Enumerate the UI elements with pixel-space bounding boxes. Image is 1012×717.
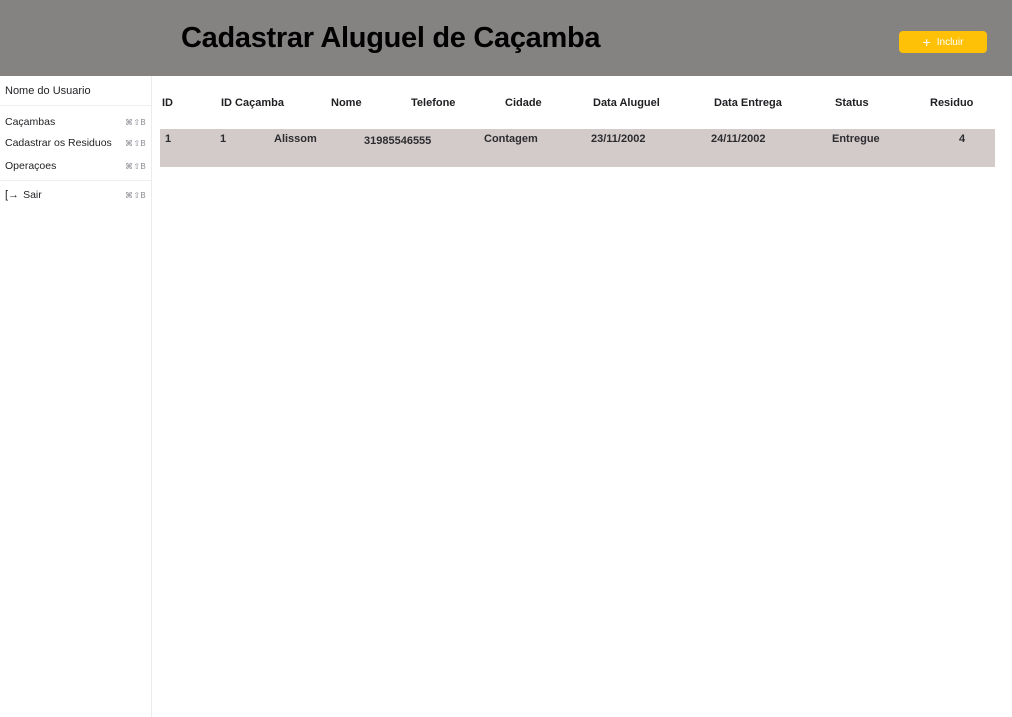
sidebar-item-sair[interactable]: [→ Sair ⌘⇧B (5, 186, 146, 204)
shortcut-hint: ⌘⇧B (125, 190, 146, 200)
user-name: Nome do Usuario (5, 85, 91, 97)
cell-telefone: 31985546555 (364, 135, 432, 147)
header-bar: Cadastrar Aluguel de Caçamba + Incluir (0, 0, 1012, 76)
log-out-icon: [→ (5, 188, 20, 201)
sidebar-item-label: Sair (23, 189, 42, 201)
cell-id: 1 (165, 133, 172, 145)
add-button-label: Incluir (936, 36, 964, 48)
plus-icon: + (922, 33, 931, 50)
column-header-data-entrega: Data Entrega (714, 97, 782, 109)
cell-status: Entregue (832, 133, 880, 145)
shortcut-hint: ⌘⇧B (125, 161, 146, 171)
column-header-id-cacamba: ID Caçamba (221, 97, 284, 109)
shortcut-hint: ⌘⇧B (125, 117, 146, 127)
sidebar-item-cacambas[interactable]: Caçambas ⌘⇧B (5, 113, 146, 131)
column-header-nome: Nome (331, 97, 362, 109)
column-header-telefone: Telefone (411, 97, 456, 109)
page-title: Cadastrar Aluguel de Caçamba (181, 22, 601, 54)
cell-nome: Alissom (274, 133, 317, 145)
sidebar-divider (0, 180, 151, 181)
shortcut-hint: ⌘⇧B (125, 138, 146, 148)
cell-cidade: Contagem (484, 133, 538, 145)
sidebar-item-label: Cadastrar os Residuos (5, 137, 112, 149)
cell-data-entrega: 24/11/2002 (711, 133, 766, 145)
column-header-cidade: Cidade (505, 97, 542, 109)
sidebar-item-label: Caçambas (5, 116, 56, 128)
sidebar-divider (0, 105, 151, 106)
column-header-data-aluguel: Data Aluguel (593, 97, 660, 109)
column-header-residuo: Residuo (930, 97, 974, 109)
sidebar-item-label: Operaçoes (5, 160, 57, 172)
cell-data-aluguel: 23/11/2002 (591, 133, 646, 145)
table-row[interactable]: 1 1 Alissom 31985546555 Contagem 23/11/2… (160, 129, 995, 167)
cell-id-cacamba: 1 (220, 133, 227, 145)
column-header-id: ID (162, 97, 173, 109)
add-button[interactable]: + Incluir (899, 31, 987, 53)
cell-residuo: 4 (959, 133, 966, 145)
sidebar: Nome do Usuario Caçambas ⌘⇧B Cadastrar o… (0, 76, 152, 717)
sidebar-item-operacoes[interactable]: Operaçoes ⌘⇧B (5, 157, 146, 175)
sidebar-item-cadastrar-residuos[interactable]: Cadastrar os Residuos ⌘⇧B (5, 134, 146, 152)
column-header-status: Status (835, 97, 869, 109)
